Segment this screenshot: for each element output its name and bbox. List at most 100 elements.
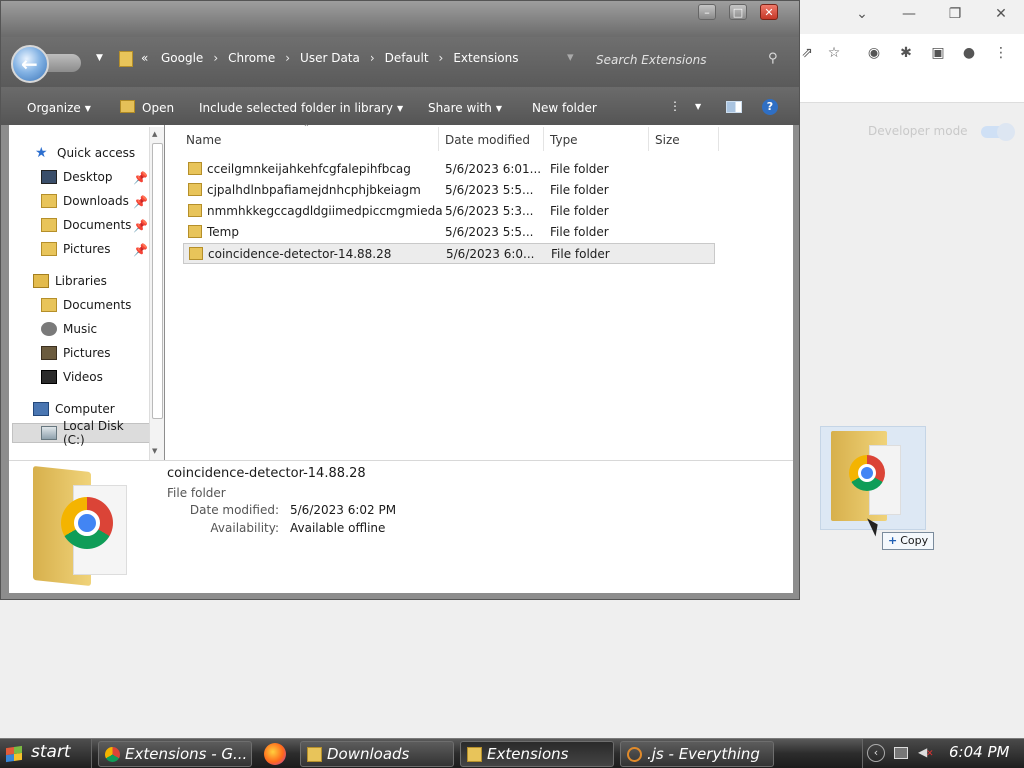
chevron-right-icon[interactable]: › bbox=[278, 51, 297, 69]
chevron-left-icon[interactable]: ‹ bbox=[867, 744, 885, 762]
clock[interactable]: 6:04 PM bbox=[949, 743, 1009, 761]
start-button[interactable]: start bbox=[0, 739, 92, 768]
scroll-up-icon[interactable]: ▲ bbox=[152, 130, 157, 138]
chevron-right-icon[interactable]: › bbox=[206, 51, 225, 69]
nav-lib-pictures[interactable]: Pictures bbox=[41, 343, 111, 363]
nav-videos[interactable]: Videos bbox=[41, 367, 103, 387]
pin-icon[interactable]: 📌 bbox=[133, 171, 148, 185]
nav-computer-label: Computer bbox=[55, 402, 115, 416]
puzzle-icon[interactable]: ✱ bbox=[895, 42, 917, 64]
breadcrumb-chrome[interactable]: Chrome bbox=[225, 51, 278, 69]
pin-icon[interactable]: 📌 bbox=[133, 219, 148, 233]
network-icon[interactable] bbox=[894, 747, 908, 759]
start-label: start bbox=[31, 742, 71, 762]
column-type[interactable]: Type bbox=[550, 133, 578, 147]
recent-locations-icon[interactable]: ▼ bbox=[96, 53, 103, 63]
maximize-button[interactable]: □ bbox=[729, 4, 747, 20]
share-with-button[interactable]: Share with ▼ bbox=[428, 101, 502, 115]
nav-quick-access[interactable]: ★ Quick access bbox=[35, 143, 135, 163]
developer-mode-toggle[interactable] bbox=[981, 123, 1015, 141]
scrollbar-thumb[interactable] bbox=[152, 143, 163, 419]
column-divider[interactable] bbox=[718, 127, 719, 151]
nav-downloads[interactable]: Downloads bbox=[41, 191, 129, 211]
chevron-right-icon[interactable]: › bbox=[363, 51, 382, 69]
system-tray: ‹ ◀ ✕ 6:04 PM bbox=[862, 739, 1024, 768]
more-menu-icon[interactable]: ⋮ bbox=[990, 42, 1012, 64]
column-name[interactable]: Name bbox=[186, 133, 221, 147]
forward-button[interactable] bbox=[45, 54, 81, 72]
search-icon[interactable]: ⚲ bbox=[768, 51, 778, 66]
explorer-titlebar[interactable]: – □ ✕ bbox=[1, 1, 799, 37]
file-name: Temp bbox=[207, 225, 239, 239]
preview-pane-icon[interactable] bbox=[726, 101, 742, 113]
taskbar-chrome-extensions[interactable]: Extensions - G... bbox=[98, 741, 252, 767]
windows-logo-icon bbox=[6, 745, 22, 763]
file-date: 5/6/2023 6:0... bbox=[446, 247, 535, 261]
taskbar-extensions[interactable]: Extensions bbox=[460, 741, 614, 767]
side-panel-icon[interactable]: ▣ bbox=[927, 42, 949, 64]
column-divider[interactable] bbox=[648, 127, 649, 151]
search-input[interactable] bbox=[588, 46, 760, 74]
nav-desktop[interactable]: Desktop bbox=[41, 167, 113, 187]
search-icon bbox=[627, 747, 642, 762]
open-button[interactable]: Open bbox=[142, 101, 174, 115]
chevron-down-icon[interactable]: ▼ bbox=[695, 102, 701, 111]
pin-icon[interactable]: 📌 bbox=[133, 195, 148, 209]
folder-icon bbox=[188, 162, 202, 175]
profile-avatar-icon[interactable]: ● bbox=[958, 42, 980, 64]
help-icon[interactable]: ? bbox=[762, 99, 778, 115]
nav-libraries-label: Libraries bbox=[55, 274, 107, 288]
chrome-close-button[interactable]: ✕ bbox=[981, 3, 1021, 25]
breadcrumb-user-data[interactable]: User Data bbox=[297, 51, 363, 69]
nav-pictures[interactable]: Pictures bbox=[41, 239, 111, 259]
chevron-down-icon[interactable]: ⌄ bbox=[842, 3, 882, 25]
breadcrumb-google[interactable]: Google bbox=[158, 51, 206, 69]
file-row[interactable]: cceilgmnkeijahkehfcgfalepihfbcag 5/6/202… bbox=[183, 159, 715, 180]
pin-icon[interactable]: 📌 bbox=[133, 243, 148, 257]
nav-music-label: Music bbox=[63, 322, 98, 336]
nav-local-disk[interactable]: Local Disk (C:) bbox=[12, 419, 150, 447]
file-row-selected[interactable]: coincidence-detector-14.88.28 5/6/2023 6… bbox=[183, 243, 715, 264]
column-divider[interactable] bbox=[438, 127, 439, 151]
breadcrumb: Google › Chrome › User Data › Default › … bbox=[158, 51, 522, 69]
breadcrumb-extensions[interactable]: Extensions bbox=[450, 51, 521, 69]
details-availability-value: Available offline bbox=[290, 521, 386, 535]
chrome-restore-button[interactable]: ❐ bbox=[935, 3, 975, 25]
taskbar-downloads[interactable]: Downloads bbox=[300, 741, 454, 767]
column-divider[interactable] bbox=[543, 127, 544, 151]
chevron-right-icon[interactable]: › bbox=[432, 51, 451, 69]
navigation-scrollbar[interactable]: ▲ ▼ bbox=[149, 127, 164, 460]
nav-lib-documents[interactable]: Documents bbox=[41, 295, 131, 315]
view-options-icon[interactable]: ⋮ bbox=[669, 99, 681, 113]
include-in-library-button[interactable]: Include selected folder in library ▼ bbox=[199, 101, 403, 115]
nav-documents[interactable]: Documents bbox=[41, 215, 131, 235]
address-dropdown-icon[interactable]: ▾ bbox=[567, 50, 574, 65]
back-button[interactable]: ← bbox=[11, 45, 49, 83]
column-date-modified[interactable]: Date modified bbox=[445, 133, 530, 147]
organize-button[interactable]: Organize ▼ bbox=[27, 101, 91, 115]
nav-computer[interactable]: Computer bbox=[33, 399, 115, 419]
new-folder-button[interactable]: New folder bbox=[532, 101, 597, 115]
firefox-icon[interactable] bbox=[264, 743, 286, 765]
minimize-button[interactable]: – bbox=[698, 4, 716, 20]
nav-libraries[interactable]: Libraries bbox=[33, 271, 107, 291]
file-row[interactable]: Temp 5/6/2023 5:5... File folder bbox=[183, 222, 715, 243]
scroll-down-icon[interactable]: ▼ bbox=[152, 447, 157, 455]
column-size[interactable]: Size bbox=[655, 133, 680, 147]
close-button[interactable]: ✕ bbox=[760, 4, 778, 20]
plus-icon: + bbox=[888, 534, 898, 547]
chevron-down-icon: ▼ bbox=[495, 104, 503, 113]
chrome-icon bbox=[105, 747, 120, 762]
double-chevron-icon[interactable]: « bbox=[141, 51, 148, 65]
documents-library-icon bbox=[41, 298, 57, 312]
music-icon bbox=[41, 322, 57, 336]
breadcrumb-default[interactable]: Default bbox=[382, 51, 432, 69]
bookmark-star-icon[interactable]: ☆ bbox=[823, 42, 845, 64]
taskbar-everything[interactable]: .js - Everything bbox=[620, 741, 774, 767]
file-row[interactable]: cjpalhdlnbpafiamejdnhcphjbkeiagm 5/6/202… bbox=[183, 180, 715, 201]
nav-music[interactable]: Music bbox=[41, 319, 97, 339]
file-name: nmmhkkegccagdldgiimedpiccmgmieda bbox=[207, 204, 443, 218]
file-row[interactable]: nmmhkkegccagdldgiimedpiccmgmieda 5/6/202… bbox=[183, 201, 715, 222]
extension-pinned-icon[interactable]: ◉ bbox=[863, 42, 885, 64]
chrome-minimize-button[interactable]: — bbox=[889, 3, 929, 25]
